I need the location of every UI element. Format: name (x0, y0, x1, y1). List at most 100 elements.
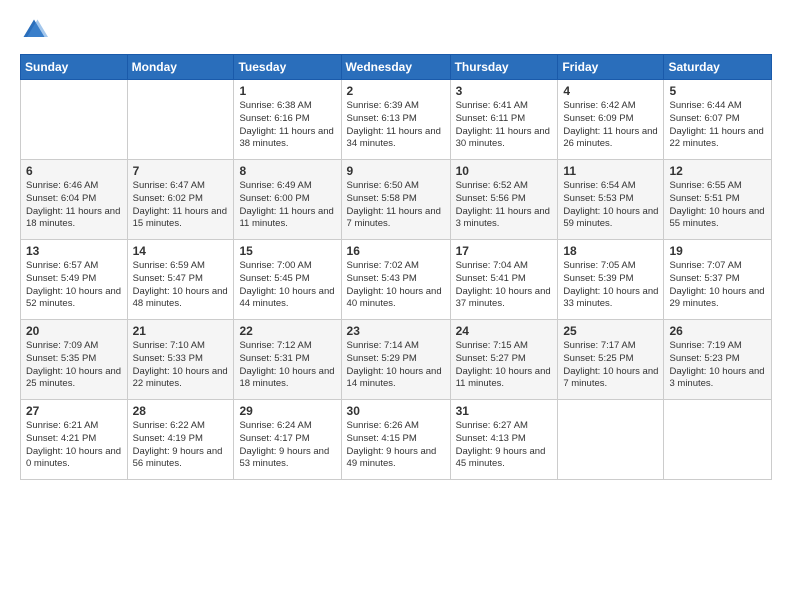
day-info: Sunrise: 6:38 AM Sunset: 6:16 PM Dayligh… (239, 100, 335, 151)
calendar-cell: 10 Sunrise: 6:52 AM Sunset: 5:56 PM Dayli… (450, 160, 558, 240)
day-info: Sunrise: 7:09 AM Sunset: 5:35 PM Dayligh… (26, 340, 122, 391)
calendar-cell: 9 Sunrise: 6:50 AM Sunset: 5:58 PM Daylig… (341, 160, 450, 240)
calendar-cell (127, 80, 234, 160)
day-info: Sunrise: 7:10 AM Sunset: 5:33 PM Dayligh… (133, 340, 229, 391)
day-number: 26 (669, 324, 766, 338)
day-number: 11 (563, 164, 658, 178)
week-row-3: 13 Sunrise: 6:57 AM Sunset: 5:49 PM Dayli… (21, 240, 772, 320)
day-info: Sunrise: 6:47 AM Sunset: 6:02 PM Dayligh… (133, 180, 229, 231)
weekday-header-saturday: Saturday (664, 55, 772, 80)
logo (20, 16, 50, 44)
day-info: Sunrise: 6:27 AM Sunset: 4:13 PM Dayligh… (456, 420, 553, 471)
day-info: Sunrise: 7:12 AM Sunset: 5:31 PM Dayligh… (239, 340, 335, 391)
day-number: 8 (239, 164, 335, 178)
calendar-cell: 21 Sunrise: 7:10 AM Sunset: 5:33 PM Dayli… (127, 320, 234, 400)
day-number: 24 (456, 324, 553, 338)
calendar-cell: 12 Sunrise: 6:55 AM Sunset: 5:51 PM Dayli… (664, 160, 772, 240)
calendar-cell (21, 80, 128, 160)
day-info: Sunrise: 6:49 AM Sunset: 6:00 PM Dayligh… (239, 180, 335, 231)
day-info: Sunrise: 7:04 AM Sunset: 5:41 PM Dayligh… (456, 260, 553, 311)
day-number: 17 (456, 244, 553, 258)
day-number: 5 (669, 84, 766, 98)
calendar-cell: 3 Sunrise: 6:41 AM Sunset: 6:11 PM Daylig… (450, 80, 558, 160)
calendar-cell: 27 Sunrise: 6:21 AM Sunset: 4:21 PM Dayli… (21, 400, 128, 480)
weekday-header-wednesday: Wednesday (341, 55, 450, 80)
calendar-cell: 2 Sunrise: 6:39 AM Sunset: 6:13 PM Daylig… (341, 80, 450, 160)
day-info: Sunrise: 6:41 AM Sunset: 6:11 PM Dayligh… (456, 100, 553, 151)
day-number: 10 (456, 164, 553, 178)
calendar-cell: 26 Sunrise: 7:19 AM Sunset: 5:23 PM Dayli… (664, 320, 772, 400)
day-number: 25 (563, 324, 658, 338)
day-info: Sunrise: 7:00 AM Sunset: 5:45 PM Dayligh… (239, 260, 335, 311)
calendar-cell: 6 Sunrise: 6:46 AM Sunset: 6:04 PM Daylig… (21, 160, 128, 240)
day-number: 28 (133, 404, 229, 418)
day-info: Sunrise: 6:52 AM Sunset: 5:56 PM Dayligh… (456, 180, 553, 231)
day-info: Sunrise: 6:39 AM Sunset: 6:13 PM Dayligh… (347, 100, 445, 151)
calendar-cell: 19 Sunrise: 7:07 AM Sunset: 5:37 PM Dayli… (664, 240, 772, 320)
day-info: Sunrise: 7:02 AM Sunset: 5:43 PM Dayligh… (347, 260, 445, 311)
day-info: Sunrise: 7:05 AM Sunset: 5:39 PM Dayligh… (563, 260, 658, 311)
day-info: Sunrise: 6:55 AM Sunset: 5:51 PM Dayligh… (669, 180, 766, 231)
calendar-cell: 28 Sunrise: 6:22 AM Sunset: 4:19 PM Dayli… (127, 400, 234, 480)
calendar-cell: 4Sunrise: 6:42 AM Sunset: 6:09 PM Daylig… (558, 80, 664, 160)
calendar-cell (664, 400, 772, 480)
day-number: 4 (563, 84, 658, 98)
day-number: 31 (456, 404, 553, 418)
day-info: Sunrise: 6:44 AM Sunset: 6:07 PM Dayligh… (669, 100, 766, 151)
weekday-header-monday: Monday (127, 55, 234, 80)
day-number: 9 (347, 164, 445, 178)
day-number: 3 (456, 84, 553, 98)
calendar-cell (558, 400, 664, 480)
day-info: Sunrise: 6:22 AM Sunset: 4:19 PM Dayligh… (133, 420, 229, 471)
day-info: Sunrise: 6:57 AM Sunset: 5:49 PM Dayligh… (26, 260, 122, 311)
calendar-cell: 1 Sunrise: 6:38 AM Sunset: 6:16 PM Daylig… (234, 80, 341, 160)
header (20, 16, 772, 44)
day-info: Sunrise: 7:14 AM Sunset: 5:29 PM Dayligh… (347, 340, 445, 391)
day-number: 7 (133, 164, 229, 178)
calendar-cell: 13 Sunrise: 6:57 AM Sunset: 5:49 PM Dayli… (21, 240, 128, 320)
day-number: 21 (133, 324, 229, 338)
day-info: Sunrise: 7:15 AM Sunset: 5:27 PM Dayligh… (456, 340, 553, 391)
day-number: 23 (347, 324, 445, 338)
day-info: Sunrise: 6:50 AM Sunset: 5:58 PM Dayligh… (347, 180, 445, 231)
day-number: 27 (26, 404, 122, 418)
day-info: Sunrise: 7:17 AM Sunset: 5:25 PM Dayligh… (563, 340, 658, 391)
day-number: 20 (26, 324, 122, 338)
weekday-header-row: SundayMondayTuesdayWednesdayThursdayFrid… (21, 55, 772, 80)
calendar-cell: 25 Sunrise: 7:17 AM Sunset: 5:25 PM Dayli… (558, 320, 664, 400)
day-number: 1 (239, 84, 335, 98)
page: SundayMondayTuesdayWednesdayThursdayFrid… (0, 0, 792, 612)
day-info: Sunrise: 6:46 AM Sunset: 6:04 PM Dayligh… (26, 180, 122, 231)
calendar-cell: 20 Sunrise: 7:09 AM Sunset: 5:35 PM Dayli… (21, 320, 128, 400)
weekday-header-sunday: Sunday (21, 55, 128, 80)
calendar-cell: 30Sunrise: 6:26 AM Sunset: 4:15 PM Dayli… (341, 400, 450, 480)
day-number: 2 (347, 84, 445, 98)
day-info: Sunrise: 7:19 AM Sunset: 5:23 PM Dayligh… (669, 340, 766, 391)
day-number: 19 (669, 244, 766, 258)
calendar-cell: 16Sunrise: 7:02 AM Sunset: 5:43 PM Dayli… (341, 240, 450, 320)
day-number: 12 (669, 164, 766, 178)
day-info: Sunrise: 6:21 AM Sunset: 4:21 PM Dayligh… (26, 420, 122, 471)
weekday-header-friday: Friday (558, 55, 664, 80)
calendar-cell: 8 Sunrise: 6:49 AM Sunset: 6:00 PM Daylig… (234, 160, 341, 240)
day-info: Sunrise: 6:59 AM Sunset: 5:47 PM Dayligh… (133, 260, 229, 311)
logo-icon (20, 16, 48, 44)
day-info: Sunrise: 6:26 AM Sunset: 4:15 PM Dayligh… (347, 420, 445, 471)
day-info: Sunrise: 7:07 AM Sunset: 5:37 PM Dayligh… (669, 260, 766, 311)
calendar-table: SundayMondayTuesdayWednesdayThursdayFrid… (20, 54, 772, 480)
week-row-4: 20 Sunrise: 7:09 AM Sunset: 5:35 PM Dayli… (21, 320, 772, 400)
day-number: 6 (26, 164, 122, 178)
calendar-cell: 14 Sunrise: 6:59 AM Sunset: 5:47 PM Dayli… (127, 240, 234, 320)
calendar-cell: 5 Sunrise: 6:44 AM Sunset: 6:07 PM Daylig… (664, 80, 772, 160)
weekday-header-tuesday: Tuesday (234, 55, 341, 80)
day-number: 13 (26, 244, 122, 258)
calendar-cell: 31 Sunrise: 6:27 AM Sunset: 4:13 PM Dayli… (450, 400, 558, 480)
calendar-cell: 23 Sunrise: 7:14 AM Sunset: 5:29 PM Dayli… (341, 320, 450, 400)
calendar-cell: 29Sunrise: 6:24 AM Sunset: 4:17 PM Dayli… (234, 400, 341, 480)
calendar-cell: 15 Sunrise: 7:00 AM Sunset: 5:45 PM Dayli… (234, 240, 341, 320)
calendar-cell: 17 Sunrise: 7:04 AM Sunset: 5:41 PM Dayli… (450, 240, 558, 320)
day-number: 14 (133, 244, 229, 258)
day-number: 15 (239, 244, 335, 258)
day-info: Sunrise: 6:54 AM Sunset: 5:53 PM Dayligh… (563, 180, 658, 231)
day-number: 22 (239, 324, 335, 338)
